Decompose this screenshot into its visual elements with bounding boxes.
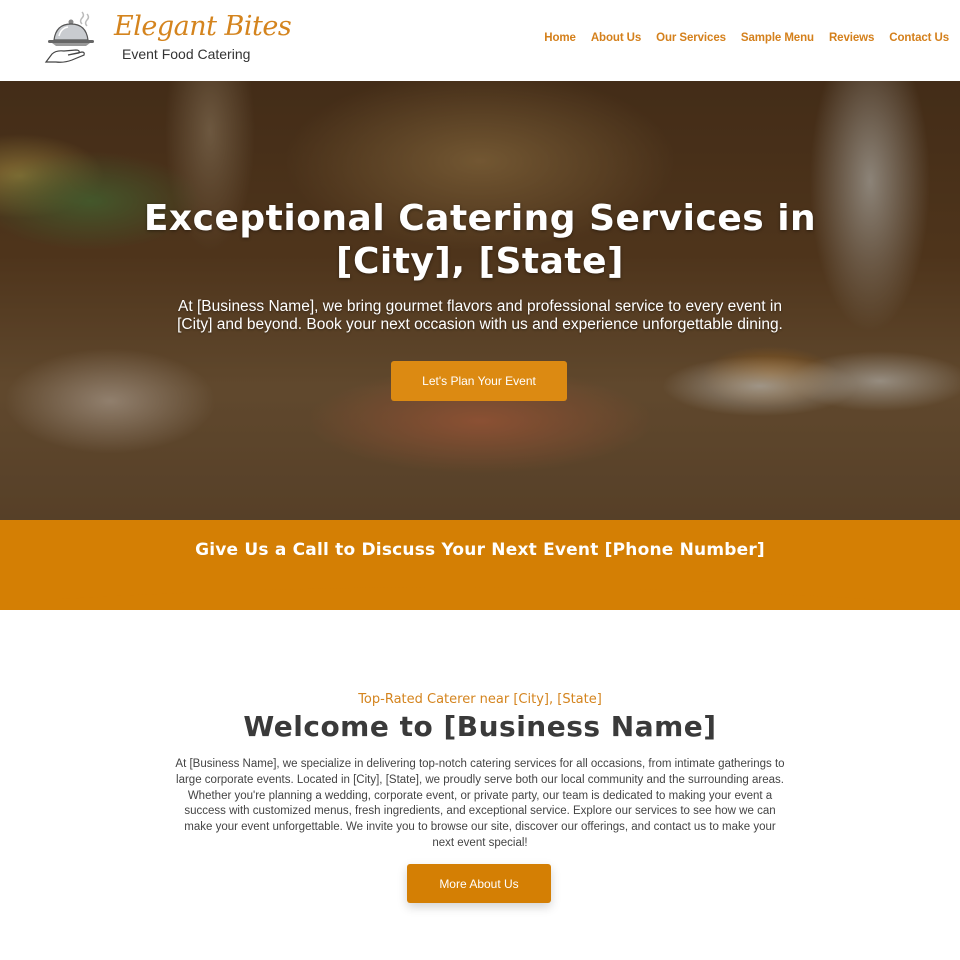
hero-section: Exceptional Catering Services in [City],…	[0, 81, 960, 520]
brand-name: Elegant Bites	[114, 11, 292, 42]
hero-title-line1: Exceptional Catering Services in	[143, 198, 817, 239]
more-about-us-button[interactable]: More About Us	[407, 864, 551, 903]
nav-our-services[interactable]: Our Services	[656, 32, 726, 44]
hero-description: At [Business Name], we bring gourmet fla…	[177, 298, 783, 333]
main-nav: Home About Us Our Services Sample Menu R…	[544, 32, 949, 44]
welcome-text: At [Business Name], we specialize in del…	[175, 758, 785, 849]
call-band-curve	[0, 575, 960, 605]
plan-event-button[interactable]: Let's Plan Your Event	[391, 361, 567, 401]
welcome-title: Welcome to [Business Name]	[243, 710, 717, 743]
nav-reviews[interactable]: Reviews	[829, 32, 874, 44]
hero-title-line2: [City], [State]	[335, 241, 624, 282]
logo-link[interactable]: Elegant Bites Event Food Catering	[44, 10, 292, 70]
nav-about-us[interactable]: About Us	[591, 32, 641, 44]
site-header: Elegant Bites Event Food Catering Home A…	[0, 0, 960, 81]
hero-title: Exceptional Catering Services in [City],…	[0, 197, 960, 283]
nav-contact-us[interactable]: Contact Us	[889, 32, 949, 44]
welcome-kicker: Top-Rated Caterer near [City], [State]	[358, 692, 602, 707]
call-band-text: Give Us a Call to Discuss Your Next Even…	[195, 540, 765, 560]
hero-content: Exceptional Catering Services in [City],…	[0, 81, 960, 520]
nav-home[interactable]: Home	[544, 32, 576, 44]
cloche-serving-hand-icon	[44, 11, 94, 63]
nav-sample-menu[interactable]: Sample Menu	[741, 32, 814, 44]
brand-tagline: Event Food Catering	[122, 46, 251, 62]
